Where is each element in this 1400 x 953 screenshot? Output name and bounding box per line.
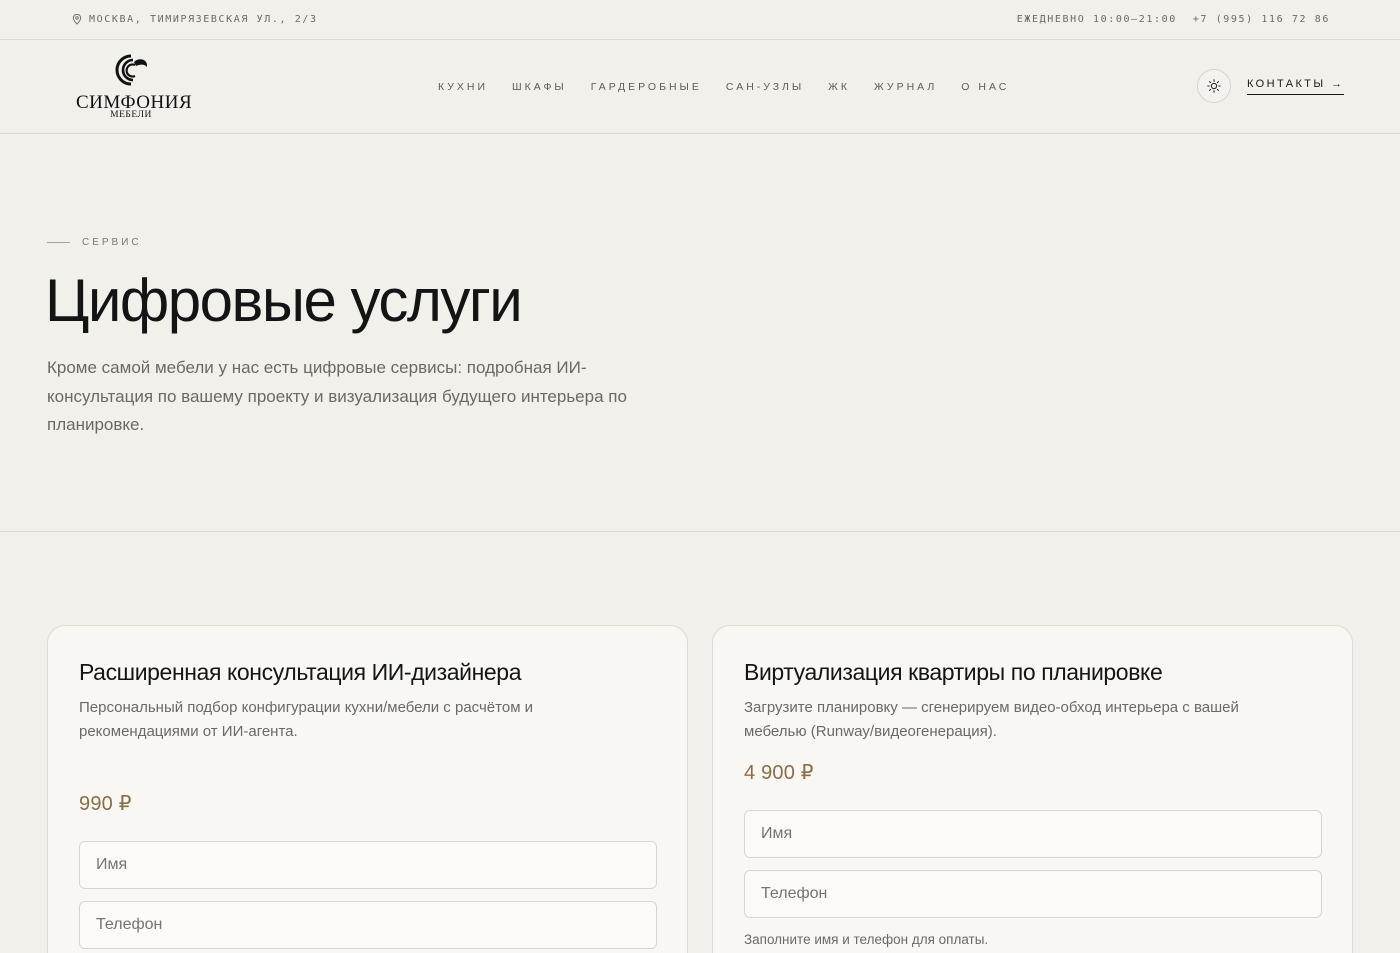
service-card-visualization: Виртуализация квартиры по планировке Заг… (712, 625, 1353, 953)
nav-item-journal[interactable]: ЖУРНАЛ (874, 81, 937, 93)
page-title: Цифровые услуги (45, 267, 523, 334)
logo-mark-icon (115, 54, 148, 86)
phone-link[interactable]: +7 (995) 116 72 86 (1193, 14, 1330, 25)
theme-toggle-button[interactable] (1197, 69, 1231, 103)
page-description: Кроме самой мебели у нас есть цифровые с… (47, 358, 627, 434)
nav-item-residential[interactable]: ЖК (828, 81, 850, 93)
logo-subtitle: МЕБЕЛИ (110, 110, 152, 120)
card-price: 4 900 ₽ (744, 762, 814, 784)
nav-item-wardrobes[interactable]: ШКАФЫ (512, 81, 567, 93)
phone-input[interactable] (79, 901, 657, 949)
contacts-link[interactable]: КОНТАКТЫ → (1247, 78, 1345, 95)
card-title: Виртуализация квартиры по планировке (744, 659, 1163, 685)
name-input[interactable] (79, 841, 657, 889)
card-price: 990 ₽ (79, 793, 132, 815)
nav-item-about[interactable]: О НАС (961, 81, 1009, 93)
nav-item-dressing-rooms[interactable]: ГАРДЕРОБНЫЕ (591, 81, 702, 93)
section-eyebrow: СЕРВИС (47, 237, 142, 248)
address-text: МОСКВА, ТИМИРЯЗЕВСКАЯ УЛ., 2/3 (89, 14, 318, 25)
opening-hours: ЕЖЕДНЕВНО 10:00–21:00 (1016, 14, 1177, 25)
main-nav: КУХНИ ШКАФЫ ГАРДЕРОБНЫЕ САН-УЗЛЫ ЖК ЖУРН… (438, 81, 1033, 93)
nav-item-kitchens[interactable]: КУХНИ (438, 81, 488, 93)
logo[interactable]: СИМФОНИЯ МЕБЕЛИ (76, 52, 192, 122)
nav-item-bathrooms[interactable]: САН-УЗЛЫ (726, 81, 804, 93)
card-description: Персональный подбор конфигурации кухни/м… (79, 699, 534, 740)
site-header: СИМФОНИЯ МЕБЕЛИ КУХНИ ШКАФЫ ГАРДЕРОБНЫЕ … (0, 40, 1400, 134)
eyebrow-line (47, 242, 70, 243)
section-divider (0, 531, 1400, 532)
service-card-ai-consultation: Расширенная консультация ИИ-дизайнера Пе… (47, 625, 688, 953)
top-info-bar: МОСКВА, ТИМИРЯЗЕВСКАЯ УЛ., 2/3 ЕЖЕДНЕВНО… (0, 0, 1400, 40)
eyebrow-text: СЕРВИС (82, 237, 142, 248)
address: МОСКВА, ТИМИРЯЗЕВСКАЯ УЛ., 2/3 (72, 14, 318, 25)
map-pin-icon (72, 14, 82, 25)
card-description: Загрузите планировку — сгенерируем видео… (744, 699, 1239, 740)
phone-input[interactable] (744, 870, 1322, 918)
payment-note: Заполните имя и телефон для оплаты. (744, 932, 989, 947)
card-title: Расширенная консультация ИИ-дизайнера (79, 659, 522, 685)
sun-icon (1207, 79, 1221, 93)
name-input[interactable] (744, 810, 1322, 858)
